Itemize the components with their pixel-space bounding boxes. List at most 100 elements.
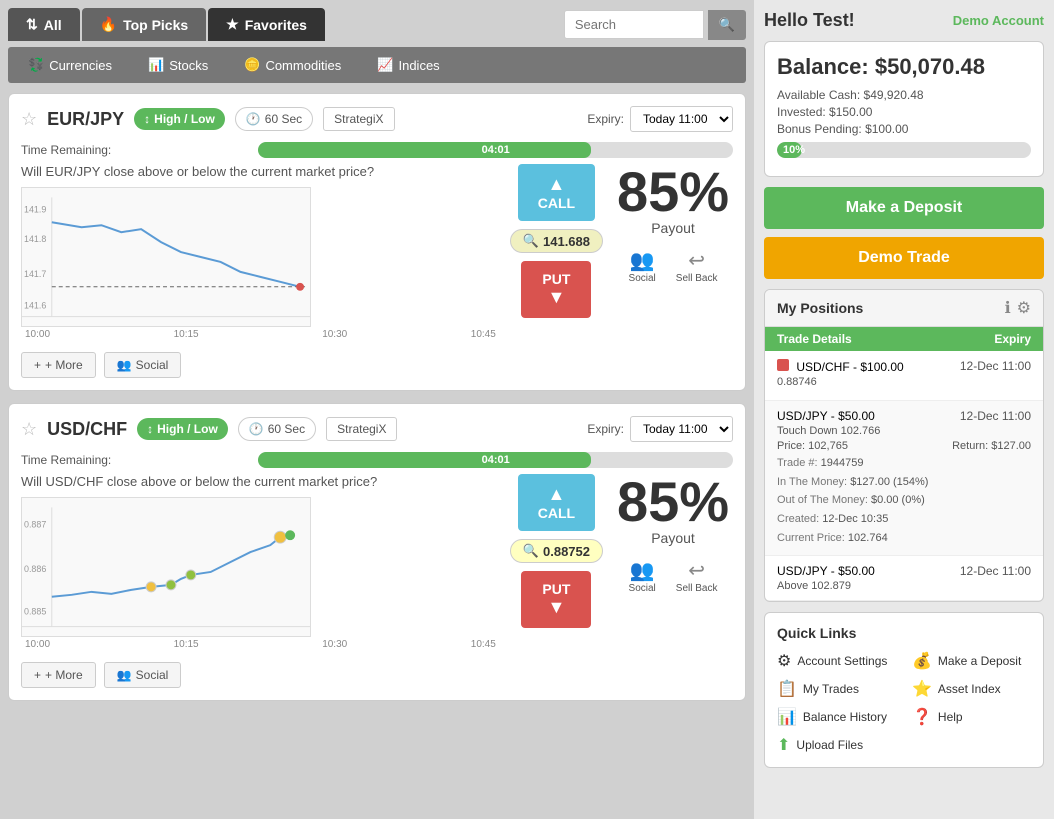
social-footer-button-eurjpy[interactable]: 👥 Social xyxy=(104,352,182,378)
position-indicator-1 xyxy=(777,359,789,371)
social-icon-2: 👥 xyxy=(630,558,655,583)
favorite-star-usdchf[interactable]: ☆ xyxy=(21,419,37,440)
col-expiry: Expiry xyxy=(994,332,1031,346)
card-right-eurjpy: 85% Payout 👥 Social ↩ Sell Back xyxy=(613,164,733,284)
quick-links-card: Quick Links ⚙ Account Settings 💰 Make a … xyxy=(764,612,1044,768)
svg-text:141.7: 141.7 xyxy=(24,269,46,279)
ql-my-trades[interactable]: 📋 My Trades xyxy=(777,679,896,699)
expiry-group-usdchf: Expiry: Today 11:00 xyxy=(587,416,733,442)
asset-index-icon: ⭐ xyxy=(912,679,932,699)
card-right-usdchf: 85% Payout 👥 Social ↩ Sell Back xyxy=(613,474,733,594)
time-bar-2: 04:01 xyxy=(258,452,590,468)
make-deposit-icon: 💰 xyxy=(912,651,932,671)
search-area: 🔍 xyxy=(564,10,746,40)
call-button-usdchf[interactable]: ▲ CALL xyxy=(518,474,595,531)
tab-favorites[interactable]: ★ Favorites xyxy=(208,8,325,41)
hello-row: Hello Test! Demo Account xyxy=(764,10,1044,31)
time-value-1: 04:01 xyxy=(482,144,510,156)
chart-eurjpy: 141.9 141.8 141.7 141.6 xyxy=(21,187,311,327)
social-footer-icon: 👥 xyxy=(117,358,132,372)
account-settings-icon: ⚙ xyxy=(777,651,791,671)
card-footer-eurjpy: + + More 👥 Social xyxy=(21,352,733,378)
card-question-usdchf: Will USD/CHF close above or below the cu… xyxy=(21,474,500,489)
expiry-select-usdchf[interactable]: Today 11:00 xyxy=(630,416,733,442)
put-button-eurjpy[interactable]: PUT ▼ xyxy=(521,261,591,318)
search-icon: 🔍 xyxy=(719,17,735,32)
tab-all[interactable]: ⇅ All xyxy=(8,8,80,41)
search-input[interactable] xyxy=(564,10,704,39)
ql-help[interactable]: ❓ Help xyxy=(912,707,1031,727)
balance-history-icon: 📊 xyxy=(777,707,797,727)
demo-account-badge[interactable]: Demo Account xyxy=(953,13,1044,28)
time-value-2: 04:01 xyxy=(482,454,510,466)
time-remaining-label-1: Time Remaining: xyxy=(21,143,258,157)
asset-name-usdchf: USD/CHF xyxy=(47,419,127,440)
card-body-eurjpy: Will EUR/JPY close above or below the cu… xyxy=(21,164,733,342)
social-row-eurjpy: 👥 Social ↩ Sell Back xyxy=(613,248,733,284)
chart-labels-1: 10:00 10:15 10:30 10:45 xyxy=(21,327,500,342)
subtab-indices[interactable]: 📈 Indices xyxy=(359,49,457,81)
subtab-stocks[interactable]: 📊 Stocks xyxy=(130,49,226,81)
social-footer-button-usdchf[interactable]: 👥 Social xyxy=(104,662,182,688)
left-panel: ⇅ All 🔥 Top Picks ★ Favorites 🔍 💱 Curren… xyxy=(0,0,754,819)
badge-highlow-eurjpy: ↕ High / Low xyxy=(134,108,225,130)
more-button-usdchf[interactable]: + + More xyxy=(21,662,96,688)
social-button-usdchf[interactable]: 👥 Social xyxy=(629,558,656,594)
price-line: Price: 102,765 xyxy=(777,440,848,452)
position-price-1: 0.88746 xyxy=(777,376,1031,388)
ql-account-settings[interactable]: ⚙ Account Settings xyxy=(777,651,896,671)
expiry-select-eurjpy[interactable]: Today 11:00 xyxy=(630,106,733,132)
put-arrow-icon: ▼ xyxy=(547,287,565,308)
ql-upload-files[interactable]: ⬆ Upload Files xyxy=(777,735,896,755)
my-trades-icon: 📋 xyxy=(777,679,797,699)
info-icon[interactable]: ℹ xyxy=(1005,298,1011,318)
put-button-usdchf[interactable]: PUT ▼ xyxy=(521,571,591,628)
ql-asset-index[interactable]: ⭐ Asset Index xyxy=(912,679,1031,699)
svg-text:0.886: 0.886 xyxy=(24,564,46,574)
badge-strat-usdchf: StrategiX xyxy=(326,417,397,441)
chart-labels-2: 10:00 10:15 10:30 10:45 xyxy=(21,637,500,652)
demo-trade-button[interactable]: Demo Trade xyxy=(764,237,1044,279)
svg-text:0.885: 0.885 xyxy=(24,607,46,617)
ql-make-deposit[interactable]: 💰 Make a Deposit xyxy=(912,651,1031,671)
sort-icon: ⇅ xyxy=(26,16,38,33)
ql-balance-history[interactable]: 📊 Balance History xyxy=(777,707,896,727)
position-main-3: USD/JPY - $50.00 12-Dec 11:00 xyxy=(777,564,1031,578)
commodities-icon: 🪙 xyxy=(244,57,260,73)
call-button-eurjpy[interactable]: ▲ CALL xyxy=(518,164,595,221)
search-button[interactable]: 🔍 xyxy=(708,10,746,40)
bonus-progress-bar: 10% xyxy=(777,142,1031,158)
fire-icon: 🔥 xyxy=(100,16,117,33)
currencies-icon: 💱 xyxy=(28,57,44,73)
available-cash-row: Available Cash: $49,920.48 xyxy=(777,88,1031,102)
subtab-currencies[interactable]: 💱 Currencies xyxy=(10,49,130,81)
lens-icon-usdchf: 🔍 xyxy=(523,543,539,559)
badge-time-usdchf: 🕐 60 Sec xyxy=(238,417,316,441)
svg-text:0.887: 0.887 xyxy=(24,519,46,529)
settings-icon[interactable]: ⚙ xyxy=(1017,298,1031,318)
invested-row: Invested: $150.00 xyxy=(777,105,1031,119)
position-row-usdchf: USD/CHF - $100.00 12-Dec 11:00 0.88746 xyxy=(765,351,1043,401)
tab-toppicks[interactable]: 🔥 Top Picks xyxy=(82,8,207,41)
position-main-2: USD/JPY - $50.00 12-Dec 11:00 xyxy=(777,409,1031,423)
favorite-star-eurjpy[interactable]: ☆ xyxy=(21,109,37,130)
card-middle-eurjpy: ▲ CALL 🔍 141.688 PUT ▼ xyxy=(510,164,603,318)
sellback-button-usdchf[interactable]: ↩ Sell Back xyxy=(676,558,718,594)
sellback-button-eurjpy[interactable]: ↩ Sell Back xyxy=(676,248,718,284)
deposit-button[interactable]: Make a Deposit xyxy=(764,187,1044,229)
my-positions-card: My Positions ℹ ⚙ Trade Details Expiry US… xyxy=(764,289,1044,602)
position-expiry-2: 12-Dec 11:00 xyxy=(960,409,1031,423)
social-footer-icon-2: 👥 xyxy=(117,668,132,682)
greeting: Hello Test! xyxy=(764,10,855,31)
progress-text: 10% xyxy=(783,144,805,156)
subtab-commodities[interactable]: 🪙 Commodities xyxy=(226,49,359,81)
col-trade-details: Trade Details xyxy=(777,332,852,346)
trade-card-eurjpy: ☆ EUR/JPY ↕ High / Low 🕐 60 Sec Strategi… xyxy=(8,93,746,391)
payout-pct-usdchf: 85% xyxy=(613,474,733,530)
position-asset-3: USD/JPY - $50.00 xyxy=(777,564,875,578)
social-button-eurjpy[interactable]: 👥 Social xyxy=(629,248,656,284)
card-left-usdchf: Will USD/CHF close above or below the cu… xyxy=(21,474,500,652)
more-button-eurjpy[interactable]: + + More xyxy=(21,352,96,378)
plus-icon-2: + xyxy=(34,668,41,682)
positions-icons: ℹ ⚙ xyxy=(1005,298,1031,318)
